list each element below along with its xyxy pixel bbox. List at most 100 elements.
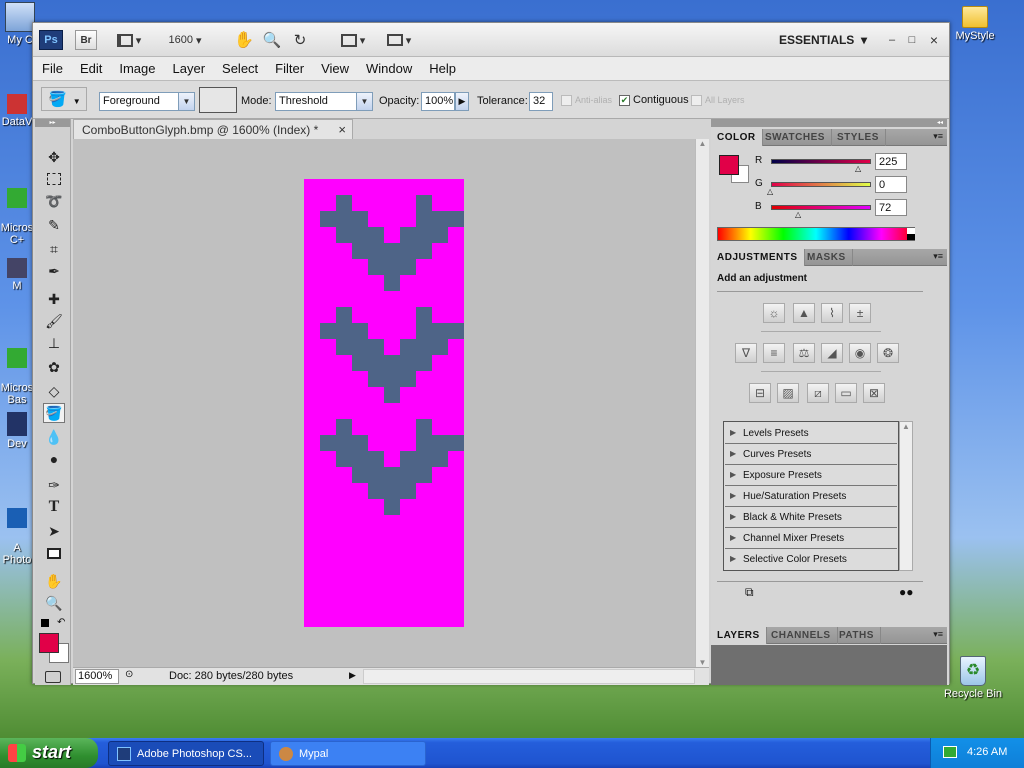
document-tab[interactable]: ComboButtonGlyph.bmp @ 1600% (Index) * ×: [73, 119, 353, 139]
quick-mask-icon[interactable]: [45, 671, 61, 683]
posterize-icon[interactable]: ▨: [777, 383, 799, 403]
menu-view[interactable]: View: [321, 61, 349, 76]
view-extras-button[interactable]: ▾: [111, 30, 147, 50]
preset-options-icon[interactable]: ●●: [899, 585, 914, 599]
document-canvas-area[interactable]: [73, 139, 695, 667]
arrange-documents-button[interactable]: ▾: [335, 30, 371, 50]
menu-filter[interactable]: Filter: [275, 61, 304, 76]
scroll-down-icon[interactable]: ▼: [696, 658, 709, 667]
crop-tool-icon[interactable]: ⌗: [43, 239, 65, 259]
network-icon[interactable]: [943, 746, 957, 758]
menu-image[interactable]: Image: [119, 61, 155, 76]
panel-menu-icon[interactable]: ▾≡: [933, 251, 943, 262]
history-brush-tool-icon[interactable]: ✿: [43, 357, 65, 377]
blur-tool-icon[interactable]: 💧: [43, 427, 65, 447]
vibrance-icon[interactable]: ∇: [735, 343, 757, 363]
green-value-input[interactable]: 0: [875, 176, 907, 193]
desktop-icon-microsoft-basic[interactable]: Micros Bas: [0, 336, 34, 406]
fill-source-select[interactable]: Foreground ▼: [99, 92, 195, 111]
canvas-image[interactable]: [304, 179, 464, 627]
dodge-tool-icon[interactable]: ●: [43, 449, 65, 469]
tolerance-input[interactable]: 32: [529, 92, 553, 111]
preset-levels[interactable]: Levels Presets: [725, 423, 897, 444]
panel-menu-icon[interactable]: ▾≡: [933, 629, 943, 640]
invert-icon[interactable]: ⊟: [749, 383, 771, 403]
brightness-contrast-icon[interactable]: ☼: [763, 303, 785, 323]
paint-bucket-tool-icon[interactable]: 🪣: [43, 403, 65, 423]
all-layers-checkbox[interactable]: All Layers: [691, 94, 745, 106]
zoom-tool-icon[interactable]: 🔍: [43, 593, 65, 613]
desktop-icon-datav[interactable]: DataV: [0, 94, 34, 128]
desktop-icon-mystyle[interactable]: MyStyle: [940, 6, 1010, 42]
workspace-switcher[interactable]: ESSENTIALS ▾: [773, 30, 873, 50]
green-slider-handle[interactable]: △: [767, 187, 773, 196]
clip-to-layer-icon[interactable]: ⧉: [745, 585, 754, 600]
lasso-tool-icon[interactable]: ➰: [43, 191, 65, 211]
color-spectrum-bar[interactable]: [717, 227, 915, 241]
curves-icon[interactable]: ⌇: [821, 303, 843, 323]
opacity-slider-button[interactable]: ▶: [455, 92, 469, 111]
selective-color-icon[interactable]: ⊠: [863, 383, 885, 403]
menu-layer[interactable]: Layer: [173, 61, 206, 76]
zoom-level-field[interactable]: 1600%: [75, 669, 119, 684]
preset-exposure[interactable]: Exposure Presets: [725, 465, 897, 486]
minimize-button[interactable]: –: [885, 30, 899, 50]
eyedropper-tool-icon[interactable]: ✒: [43, 261, 65, 281]
contiguous-checkbox[interactable]: ✔ Contiguous: [619, 94, 689, 106]
exposure-icon[interactable]: ±: [849, 303, 871, 323]
hue-saturation-icon[interactable]: ≡: [763, 343, 785, 363]
close-tab-icon[interactable]: ×: [338, 122, 346, 137]
quick-selection-tool-icon[interactable]: ✎: [43, 215, 65, 235]
path-selection-tool-icon[interactable]: ➤: [43, 521, 65, 541]
vertical-scrollbar[interactable]: ▲ ▼: [695, 139, 709, 667]
default-colors-icon[interactable]: [41, 619, 49, 627]
preset-black-white[interactable]: Black & White Presets: [725, 507, 897, 528]
marquee-tool-icon[interactable]: [43, 169, 65, 189]
black-white-icon[interactable]: ◢: [821, 343, 843, 363]
menu-window[interactable]: Window: [366, 61, 412, 76]
brush-tool-icon[interactable]: 🖌: [43, 311, 65, 331]
gradient-map-icon[interactable]: ▭: [835, 383, 857, 403]
ps-logo[interactable]: Ps: [39, 30, 63, 50]
preset-selective-color[interactable]: Selective Color Presets: [725, 549, 897, 570]
tab-paths[interactable]: PATHS: [833, 627, 881, 644]
opacity-input[interactable]: 100%: [421, 92, 455, 111]
pattern-picker[interactable]: [199, 87, 237, 113]
hand-tool-icon[interactable]: ✋: [43, 571, 65, 591]
blue-slider[interactable]: [771, 205, 871, 210]
antialias-checkbox[interactable]: Anti-alias: [561, 94, 612, 106]
desktop-icon-m[interactable]: M: [0, 258, 34, 292]
panel-menu-icon[interactable]: ▾≡: [933, 131, 943, 142]
spectrum-black-white[interactable]: [907, 228, 915, 240]
foreground-color-swatch[interactable]: [39, 633, 59, 653]
menu-select[interactable]: Select: [222, 61, 258, 76]
zoom-level-select[interactable]: 1600 ▾: [159, 30, 211, 50]
threshold-icon[interactable]: ⧄: [807, 383, 829, 403]
desktop-icon-dev[interactable]: Dev: [0, 412, 34, 450]
screen-mode-button[interactable]: ▾: [381, 30, 417, 50]
scroll-up-icon[interactable]: ▲: [696, 139, 709, 148]
rotate-view-button[interactable]: ↻: [289, 30, 311, 50]
tab-color[interactable]: COLOR: [711, 129, 763, 146]
maximize-button[interactable]: □: [905, 30, 919, 50]
tab-layers[interactable]: LAYERS: [711, 627, 767, 644]
tool-preset-picker[interactable]: 🪣 ▼: [41, 87, 87, 111]
zoom-tool-button[interactable]: 🔍: [261, 30, 283, 50]
healing-brush-tool-icon[interactable]: ✚: [43, 289, 65, 309]
pen-tool-icon[interactable]: ✑: [43, 475, 65, 495]
presets-scrollbar[interactable]: ▲: [899, 421, 913, 571]
preset-channel-mixer[interactable]: Channel Mixer Presets: [725, 528, 897, 549]
foreground-color-box[interactable]: [719, 155, 739, 175]
taskbar-item-photoshop[interactable]: Adobe Photoshop CS...: [108, 741, 264, 766]
panel-dock-header[interactable]: ◂◂: [711, 119, 947, 127]
desktop-icon-adobe-photoshop[interactable]: A Photo: [0, 496, 34, 566]
tab-channels[interactable]: CHANNELS: [765, 627, 838, 644]
photo-filter-icon[interactable]: ◉: [849, 343, 871, 363]
tab-styles[interactable]: STYLES: [831, 129, 886, 146]
blue-value-input[interactable]: 72: [875, 199, 907, 216]
type-tool-icon[interactable]: T: [43, 497, 65, 517]
tab-swatches[interactable]: SWATCHES: [759, 129, 832, 146]
taskbar-item-mypal[interactable]: Mypal: [270, 741, 426, 766]
status-menu-icon[interactable]: ⊙: [125, 669, 139, 684]
preset-curves[interactable]: Curves Presets: [725, 444, 897, 465]
